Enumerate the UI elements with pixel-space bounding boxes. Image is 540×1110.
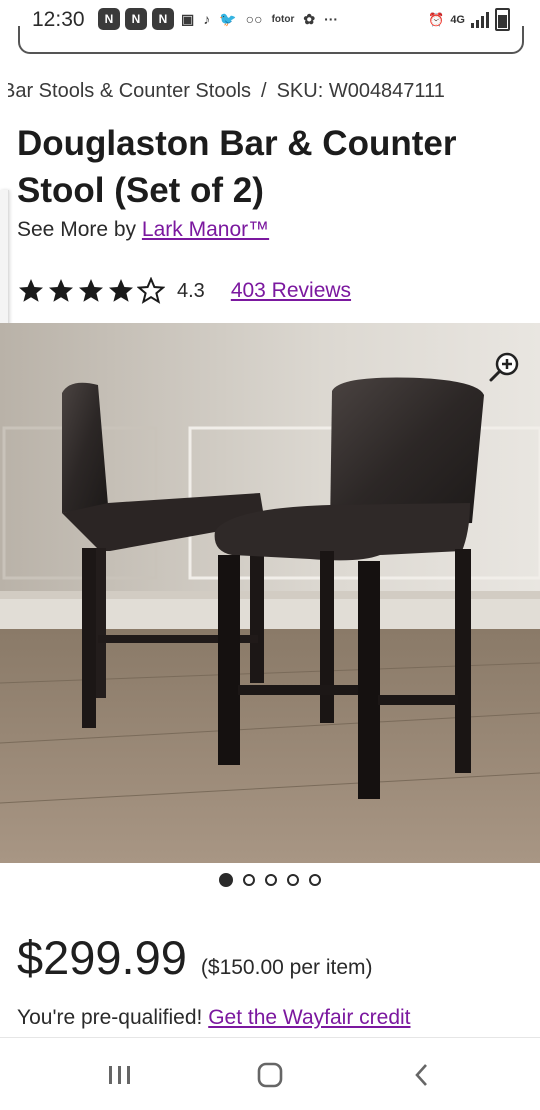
price-row: $299.99 ($150.00 per item) — [17, 930, 373, 985]
image-carousel-dots — [0, 873, 540, 887]
star-outline-icon — [136, 276, 166, 305]
brand-link[interactable]: Lark Manor™ — [142, 218, 269, 241]
star-filled-icon — [77, 277, 105, 305]
zoom-in-icon[interactable] — [488, 351, 520, 383]
carousel-dot[interactable] — [265, 874, 277, 886]
carousel-dot[interactable] — [243, 874, 255, 886]
see-more-prefix: See More by — [17, 218, 137, 241]
prequalified-text: You're pre-qualified! — [17, 1006, 203, 1029]
recent-apps-icon[interactable] — [100, 1060, 140, 1090]
breadcrumb-separator: / — [261, 80, 267, 102]
price: $299.99 — [17, 931, 187, 984]
carousel-dot[interactable] — [287, 874, 299, 886]
rating-value: 4.3 — [177, 279, 205, 302]
star-filled-icon — [107, 277, 135, 305]
star-rating — [17, 276, 166, 305]
search-bar[interactable] — [18, 26, 524, 54]
bar-stools-photo — [0, 323, 540, 863]
carousel-dot[interactable] — [219, 873, 233, 887]
breadcrumb-category[interactable]: Bar Stools & Counter Stools — [8, 80, 251, 102]
breadcrumb: Bar Stools & Counter Stools / SKU: W004847… — [8, 80, 540, 103]
wayfair-credit-link[interactable]: Get the Wayfair credit — [208, 1006, 410, 1029]
product-image[interactable] — [0, 323, 540, 863]
home-icon[interactable] — [250, 1060, 290, 1090]
star-filled-icon — [17, 277, 45, 305]
sku-label: SKU: W004847111 — [276, 80, 445, 102]
product-title: Douglaston Bar & Counter Stool (Set of 2… — [17, 124, 457, 210]
rating-row: 4.3 403 Reviews — [17, 276, 351, 306]
price-per-item: ($150.00 per item) — [200, 956, 373, 979]
system-nav-bar — [0, 1037, 540, 1110]
star-filled-icon — [47, 277, 75, 305]
carousel-dot[interactable] — [309, 874, 321, 886]
network-type: 4G — [450, 13, 465, 26]
prequalified-message: You're pre-qualified! Get the Wayfair cr… — [17, 1006, 411, 1030]
see-more-by: See More by Lark Manor™ — [17, 218, 269, 242]
reviews-link[interactable]: 403 Reviews — [231, 279, 351, 303]
back-icon[interactable] — [402, 1060, 442, 1090]
